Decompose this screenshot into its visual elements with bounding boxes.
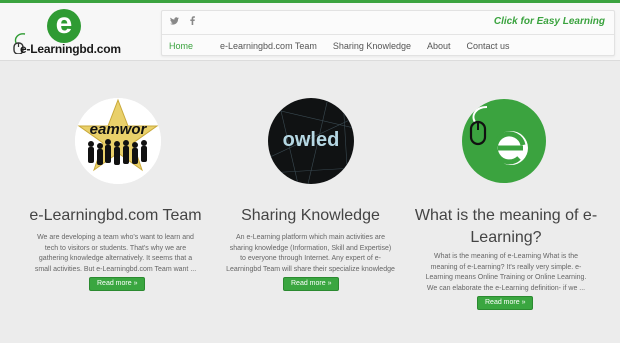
social-links (170, 16, 203, 28)
feature-title: e-Learningbd.com Team (29, 207, 202, 224)
nav-panel: Click for Easy Learning Home e-Learningb… (161, 10, 615, 56)
nav-sharing-knowledge[interactable]: Sharing Knowledge (325, 41, 419, 51)
feature-text: What is the meaning of e-Learning What i… (425, 253, 587, 292)
nav-team[interactable]: e-Learningbd.com Team (212, 41, 325, 51)
read-more-button[interactable]: Read more » (89, 277, 146, 291)
knowledge-image[interactable]: owled (268, 98, 354, 184)
site-header: e e-Learningbd.com Click for Easy Learni… (0, 3, 620, 61)
facebook-icon[interactable] (189, 16, 195, 28)
logo-letter: e (55, 7, 73, 40)
feature-title: Sharing Knowledge (241, 207, 380, 224)
knowledge-word: owled (283, 129, 340, 151)
elearning-logo-image[interactable] (461, 98, 547, 184)
site-logo[interactable]: e e-Learningbd.com (10, 7, 140, 60)
logo-wordmark: e-Learningbd.com (20, 42, 121, 56)
nav-contact[interactable]: Contact us (459, 41, 518, 51)
nav-about[interactable]: About (419, 41, 459, 51)
logo-badge: e (47, 7, 81, 43)
cta-link[interactable]: Click for Easy Learning (494, 16, 605, 27)
read-more-button[interactable]: Read more » (283, 277, 340, 291)
team-word: eamwor (90, 121, 148, 138)
nav-home[interactable]: Home (162, 41, 212, 51)
twitter-icon[interactable] (170, 17, 179, 28)
main-menu: Home e-Learningbd.com Team Sharing Knowl… (162, 35, 518, 57)
read-more-button[interactable]: Read more » (477, 296, 534, 310)
feature-title: What is the meaning of e-Learning? (414, 207, 598, 246)
team-image[interactable]: eamwor (75, 98, 161, 184)
feature-text: We are developing a team who's want to l… (34, 234, 197, 273)
